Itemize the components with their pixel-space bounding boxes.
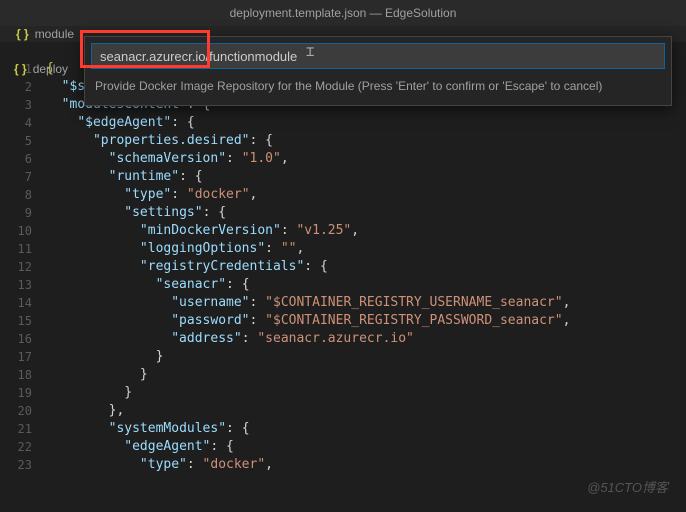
watermark: @51CTO博客: [587, 477, 668, 496]
line-number: 6: [0, 150, 32, 168]
line-number: 18: [0, 366, 32, 384]
code-content[interactable]: { "$schema-template": "2.0.0", "modulesC…: [46, 42, 686, 512]
line-number: 19: [0, 384, 32, 402]
window-title: deployment.template.json — EdgeSolution: [230, 6, 457, 20]
line-number: 15: [0, 312, 32, 330]
line-number: 12: [0, 258, 32, 276]
line-number: 8: [0, 186, 32, 204]
line-number: 22: [0, 438, 32, 456]
line-number: 11: [0, 240, 32, 258]
line-number: 23: [0, 456, 32, 474]
json-icon: { }: [16, 27, 29, 41]
line-number: 20: [0, 402, 32, 420]
line-number: 17: [0, 348, 32, 366]
line-number: 4: [0, 114, 32, 132]
line-number: 14: [0, 294, 32, 312]
quick-input-palette: Provide Docker Image Repository for the …: [84, 36, 672, 106]
editor-tab[interactable]: { } module: [16, 27, 74, 41]
line-number: 16: [0, 330, 32, 348]
editor-area: 1 2 3 4 5 6 7 8 9 10 11 12 13 14 15 16 1…: [0, 42, 686, 512]
line-number: 10: [0, 222, 32, 240]
breadcrumb[interactable]: { } deploy: [14, 62, 68, 76]
json-icon: { }: [14, 62, 27, 76]
quick-input-hint: Provide Docker Image Repository for the …: [85, 75, 671, 105]
line-number-gutter: 1 2 3 4 5 6 7 8 9 10 11 12 13 14 15 16 1…: [0, 42, 46, 512]
line-number: 5: [0, 132, 32, 150]
line-number: 3: [0, 96, 32, 114]
line-number: 9: [0, 204, 32, 222]
docker-repo-input[interactable]: [91, 43, 665, 69]
line-number: 21: [0, 420, 32, 438]
breadcrumb-label: deploy: [33, 62, 68, 76]
window-titlebar: deployment.template.json — EdgeSolution: [0, 0, 686, 26]
tab-label: module: [35, 27, 74, 41]
line-number: 13: [0, 276, 32, 294]
line-number: 7: [0, 168, 32, 186]
line-number: 2: [0, 78, 32, 96]
